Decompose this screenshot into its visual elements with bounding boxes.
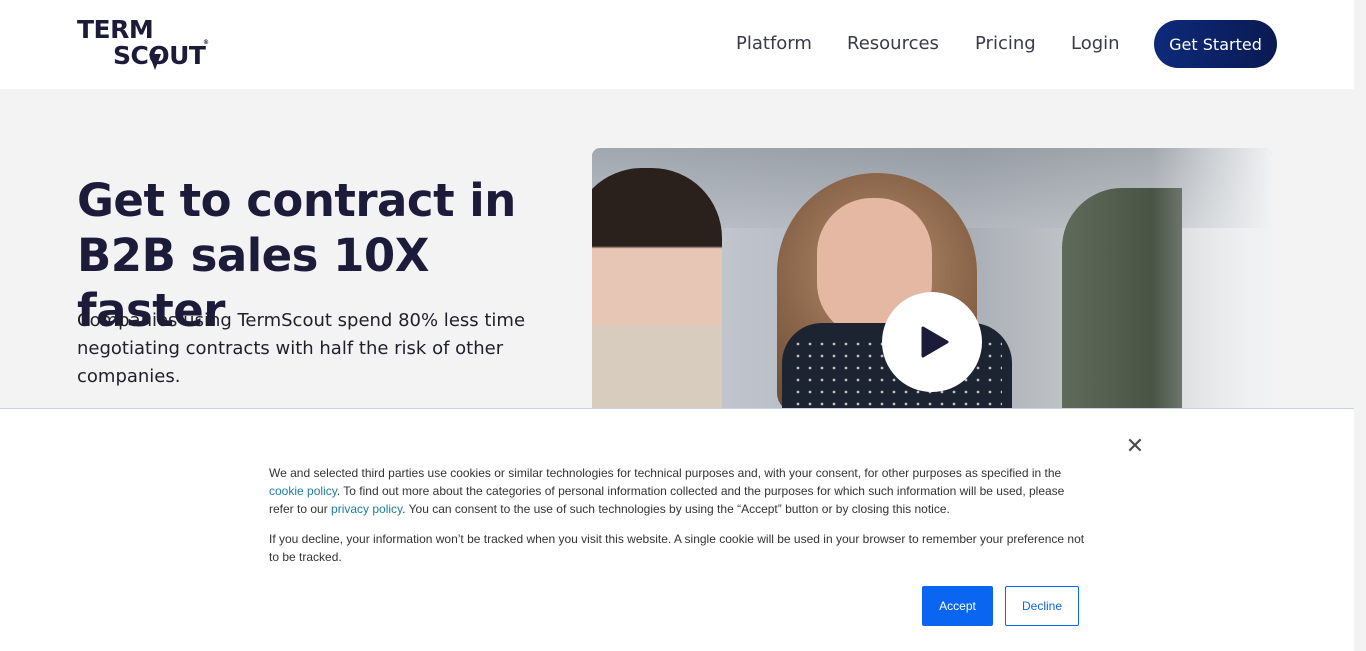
cookie-policy-link[interactable]: cookie policy [269,484,337,498]
main-nav: Platform Resources Pricing Login Get Sta… [0,20,1354,68]
cookie-text-intro: We and selected third parties use cookie… [269,466,1062,480]
nav-resources[interactable]: Resources [847,33,939,54]
hero-title-line-1: Get to contract in [77,174,516,227]
accept-button[interactable]: Accept [922,586,993,626]
cookie-banner: ✕ We and selected third parties use cook… [0,408,1354,651]
video-thumbnail-fade [1152,148,1272,418]
nav-platform[interactable]: Platform [736,33,812,54]
nav-pricing[interactable]: Pricing [975,33,1036,54]
privacy-policy-link[interactable]: privacy policy [331,502,402,516]
hero-section: Get to contract in B2B sales 10X faster … [0,89,1354,418]
decline-button[interactable]: Decline [1005,586,1079,626]
close-icon[interactable]: ✕ [1124,436,1146,458]
video-play-button[interactable] [882,292,982,392]
nav-login[interactable]: Login [1071,33,1120,54]
hero-video[interactable] [592,148,1272,418]
cookie-text-secondary: If you decline, your information won’t b… [269,532,1085,564]
page: TERM SCOUT ® Platform Resources Pricing … [0,0,1366,651]
hero-subtitle: Companies using TermScout spend 80% less… [77,310,526,387]
get-started-button[interactable]: Get Started [1154,20,1277,68]
cookie-text-end: . You can consent to the use of such tec… [402,502,950,516]
site-header: TERM SCOUT ® Platform Resources Pricing … [0,0,1354,89]
video-thumbnail-person-left [592,168,722,418]
play-icon [921,326,949,358]
cookie-text-primary: We and selected third parties use cookie… [269,464,1089,518]
